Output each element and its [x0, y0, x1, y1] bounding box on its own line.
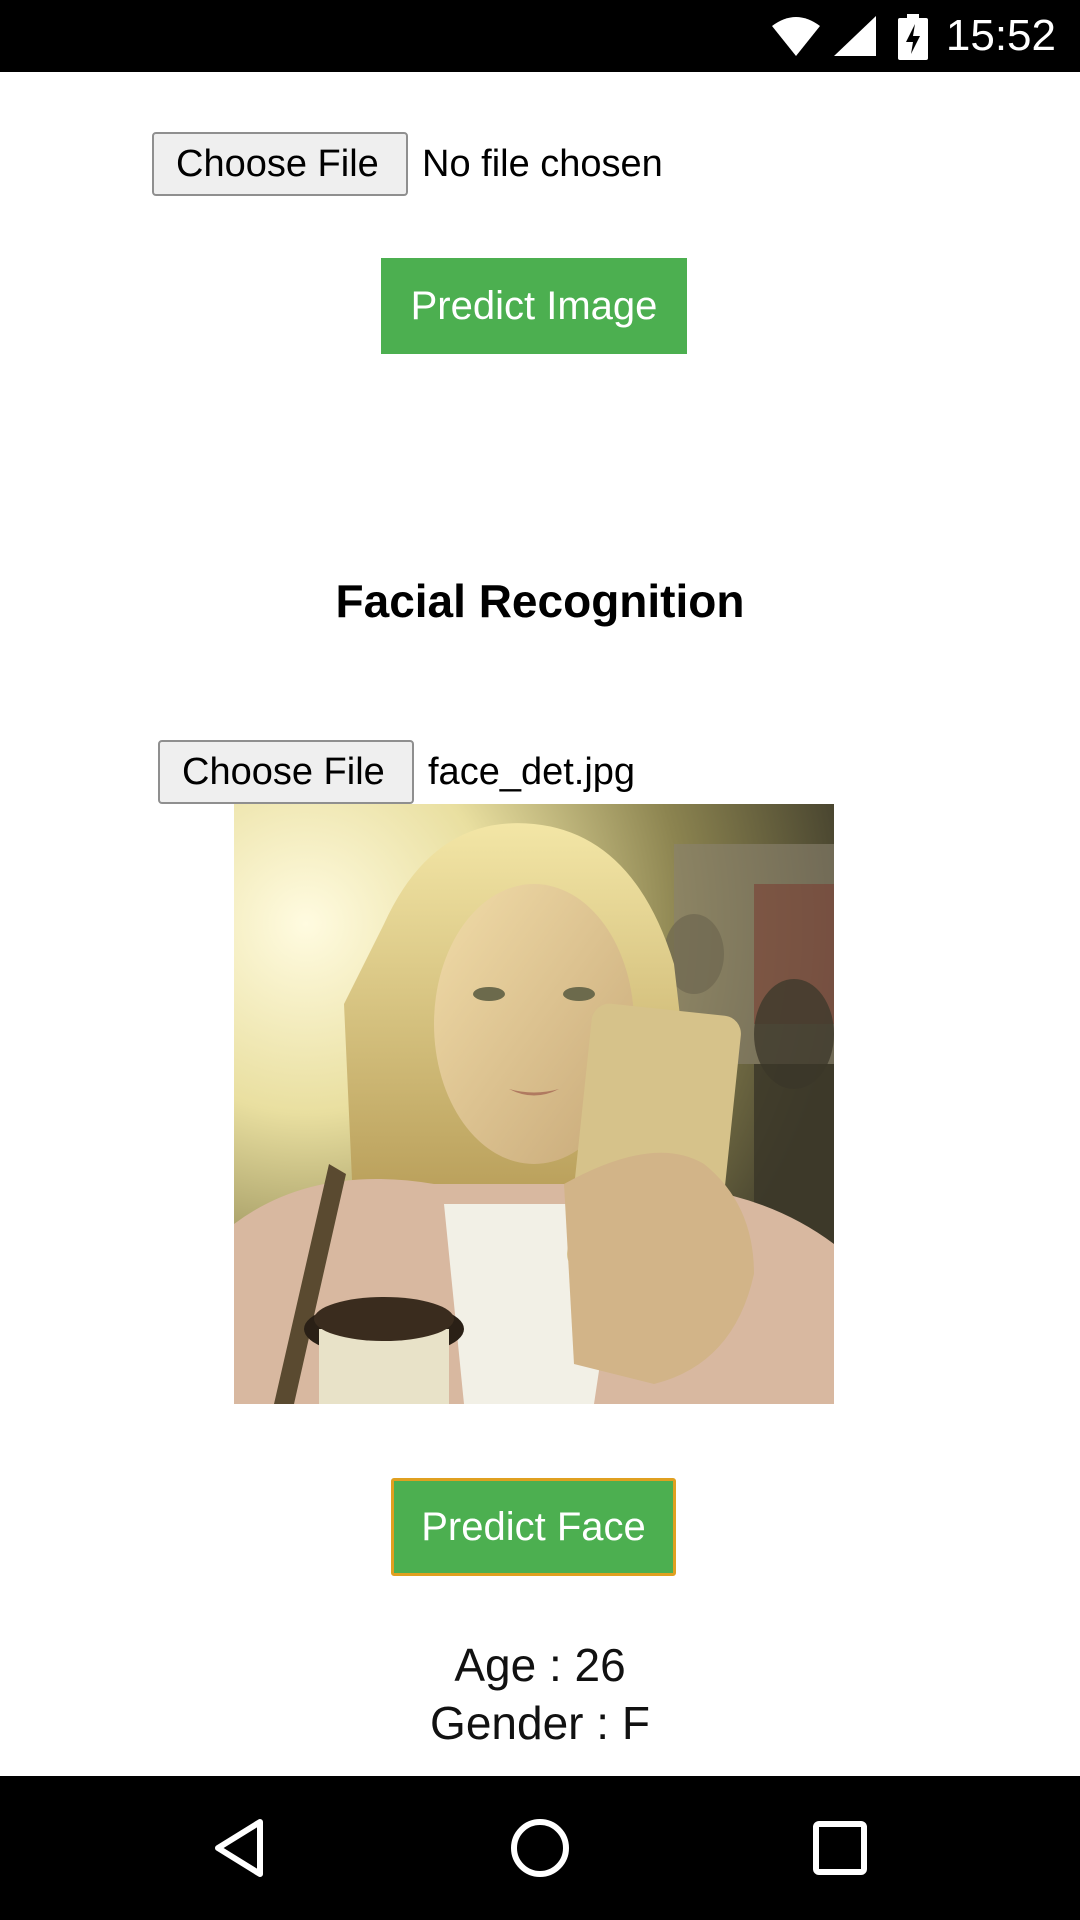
predict-face-button[interactable]: Predict Face	[391, 1478, 676, 1576]
face-file-input[interactable]: Choose File face_det.jpg	[158, 740, 635, 804]
predict-image-button[interactable]: Predict Image	[381, 258, 687, 354]
back-icon[interactable]	[210, 1816, 270, 1880]
gender-result: Gender : F	[0, 1696, 1080, 1750]
status-bar: 15:52	[0, 0, 1080, 72]
home-icon[interactable]	[508, 1816, 572, 1880]
battery-charging-icon	[898, 14, 928, 60]
age-value: 26	[574, 1639, 626, 1691]
status-time: 15:52	[945, 11, 1056, 60]
gender-separator: :	[583, 1697, 622, 1749]
choose-file-button[interactable]: Choose File	[152, 132, 408, 196]
wifi-icon	[772, 17, 820, 56]
navigation-bar	[0, 1776, 1080, 1920]
section-title: Facial Recognition	[335, 575, 745, 627]
face-preview-image	[234, 804, 834, 1404]
image-file-input[interactable]: Choose File No file chosen	[152, 132, 663, 196]
gender-label: Gender	[430, 1697, 584, 1749]
age-result: Age : 26	[0, 1638, 1080, 1692]
recents-icon[interactable]	[808, 1816, 872, 1880]
selected-file-name: face_det.jpg	[428, 750, 636, 793]
app-screen: 15:52 Choose File No file chosen Predict…	[0, 0, 1080, 1920]
choose-file-button[interactable]: Choose File	[158, 740, 414, 804]
gender-value: F	[621, 1697, 650, 1749]
photo-illustration	[234, 804, 834, 1404]
age-label: Age	[454, 1639, 537, 1691]
age-separator: :	[536, 1639, 575, 1691]
signal-icon	[834, 16, 876, 56]
file-status-text: No file chosen	[422, 142, 663, 185]
